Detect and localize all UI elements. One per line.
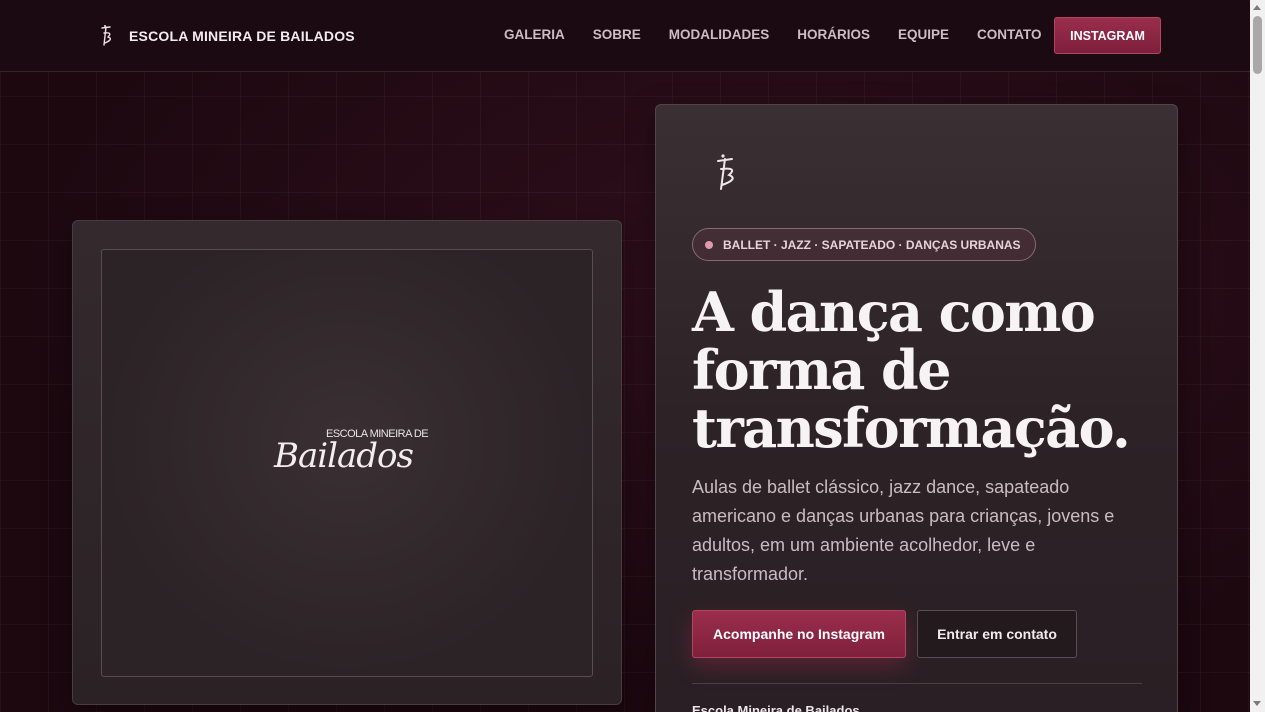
scroll-down-icon[interactable] [1253, 701, 1261, 706]
hero-title-line-2: forma de [692, 338, 952, 402]
vertical-scrollbar[interactable] [1250, 0, 1265, 712]
nav-equipe[interactable]: EQUIPE [898, 27, 949, 42]
dancer-monogram-icon [101, 25, 112, 46]
hero-card: BALLET · JAZZ · SAPATEADO · DANÇAS URBAN… [655, 104, 1178, 712]
modalities-badge: BALLET · JAZZ · SAPATEADO · DANÇAS URBAN… [692, 228, 1036, 261]
instagram-button[interactable]: INSTAGRAM [1054, 17, 1161, 54]
brand-name: ESCOLA MINEIRA DE BAILADOS [129, 28, 355, 44]
badge-text: BALLET · JAZZ · SAPATEADO · DANÇAS URBAN… [723, 237, 1021, 252]
nav-contato[interactable]: CONTATO [977, 27, 1042, 42]
hero-title-line-1: A dança como [692, 280, 1096, 344]
divider [692, 683, 1142, 684]
scroll-thumb[interactable] [1253, 16, 1262, 74]
badge-dot-icon [705, 241, 713, 249]
school-logo: ESCOLA MINEIRA DE Bailados [274, 426, 429, 506]
hero-description: Aulas de ballet clássico, jazz dance, sa… [692, 477, 1115, 584]
logo-script-text: Bailados [274, 436, 414, 476]
hero-title-line-3: transformação. [692, 396, 1131, 460]
hero-title: A dança como forma de transformação. [692, 283, 1162, 457]
brand[interactable]: ESCOLA MINEIRA DE BAILADOS [96, 24, 355, 48]
media-frame: ESCOLA MINEIRA DE Bailados [101, 249, 593, 677]
nav-sobre[interactable]: SOBRE [593, 27, 641, 42]
contact-cta-button[interactable]: Entrar em contato [917, 610, 1077, 658]
nav-horarios[interactable]: HORÁRIOS [797, 27, 870, 42]
hero-footer-name: Escola Mineira de Bailados [692, 703, 860, 712]
media-card: ESCOLA MINEIRA DE Bailados [72, 220, 622, 705]
site-header: ESCOLA MINEIRA DE BAILADOS GALERIA SOBRE… [0, 0, 1250, 72]
instagram-cta-button[interactable]: Acompanhe no Instagram [692, 610, 906, 658]
dancer-monogram-icon [717, 154, 734, 190]
nav-modalidades[interactable]: MODALIDADES [669, 27, 770, 42]
main-nav: GALERIA SOBRE MODALIDADES HORÁRIOS EQUIP… [504, 27, 1070, 42]
nav-galeria[interactable]: GALERIA [504, 27, 565, 42]
scroll-up-icon[interactable] [1253, 5, 1261, 10]
